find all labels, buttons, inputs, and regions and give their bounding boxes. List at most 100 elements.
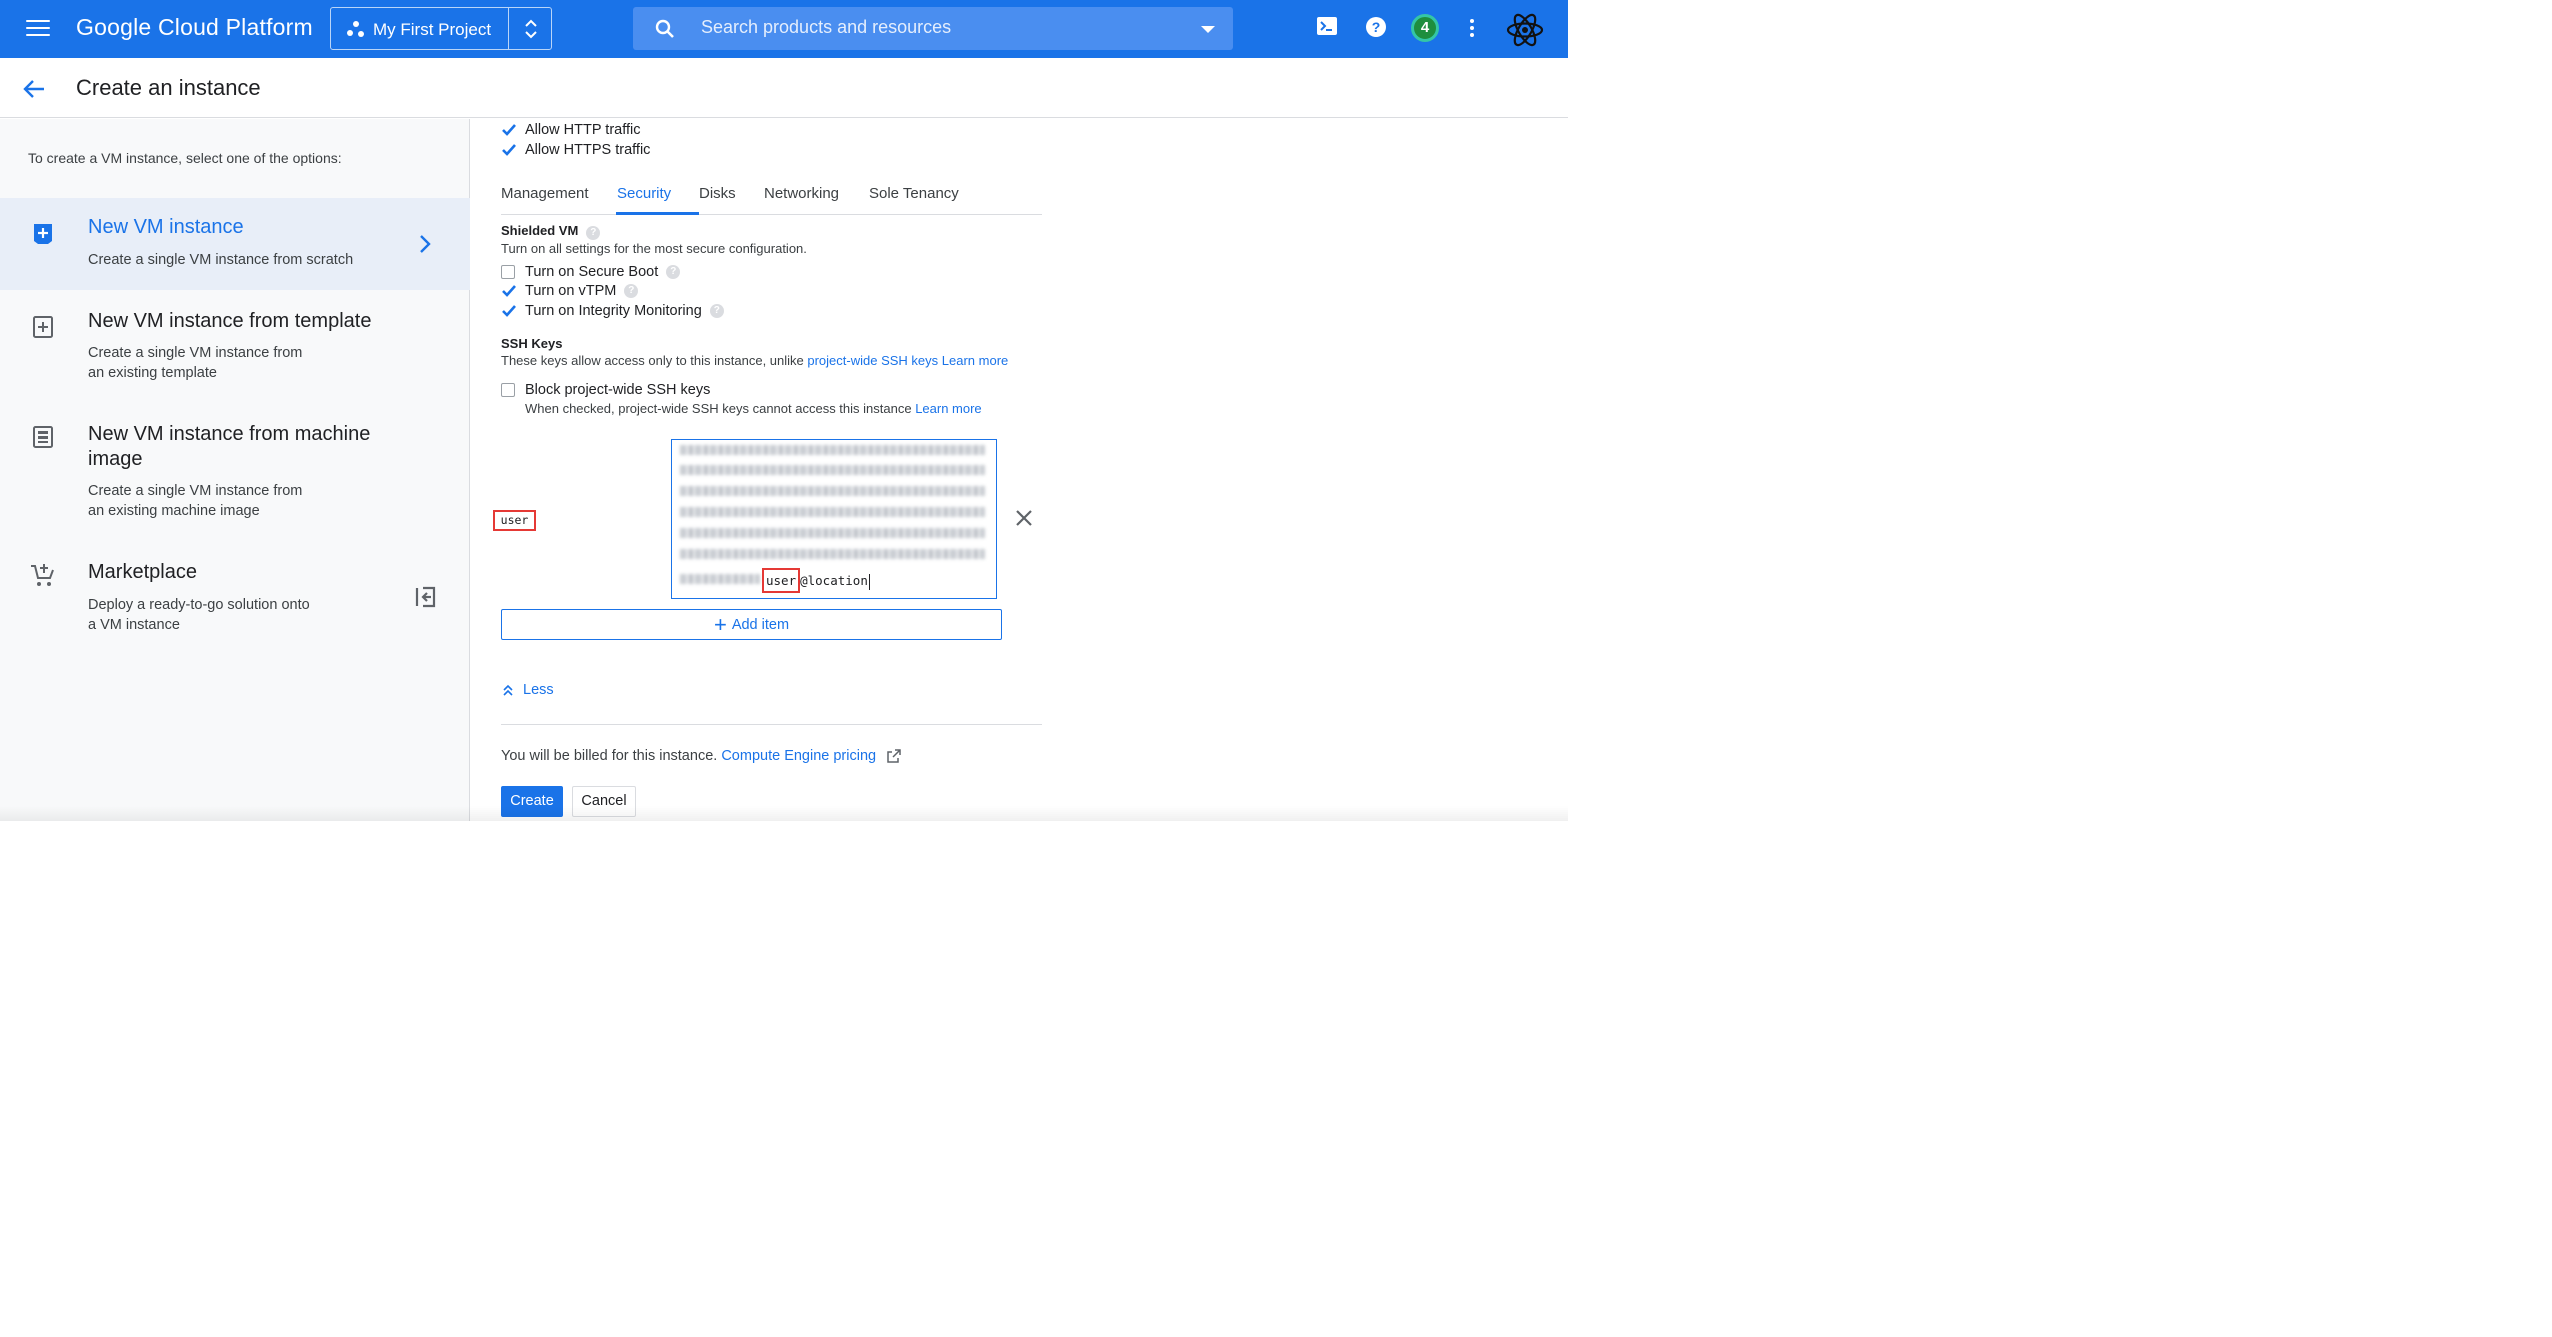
add-item-label: Add item: [731, 616, 790, 633]
option-desc-line1: Create a single VM instance from: [88, 345, 303, 361]
option-desc-line2: a VM instance: [88, 617, 180, 633]
create-button[interactable]: Create: [501, 786, 563, 817]
option-desc-line2: an existing machine image: [88, 503, 260, 519]
hamburger-menu-icon[interactable]: [26, 20, 50, 38]
creation-options-sidebar: To create a VM instance, select one of t…: [0, 119, 470, 821]
redacted-key-text: [680, 486, 985, 496]
search-bar[interactable]: Search products and resources: [633, 7, 1233, 50]
less-toggle[interactable]: Less: [501, 682, 554, 698]
template-icon: [33, 316, 53, 338]
option-desc-line1: Create a single VM instance from: [88, 483, 303, 499]
sidebar-intro: To create a VM instance, select one of t…: [28, 150, 342, 166]
instance-form: Allow HTTP traffic Allow HTTPS traffic M…: [471, 119, 1568, 821]
redacted-key-text: [680, 549, 985, 559]
help-icon[interactable]: ?: [666, 265, 681, 279]
ssh-key-username: user: [493, 510, 536, 531]
option-title: Marketplace: [88, 561, 197, 583]
page-header: Create an instance: [0, 58, 1568, 118]
tab-security[interactable]: Security: [617, 185, 671, 202]
active-tab-indicator: [616, 212, 699, 215]
add-item-button[interactable]: + Add item: [501, 609, 1002, 640]
cart-icon: [31, 564, 54, 586]
help-icon[interactable]: ?: [1365, 16, 1387, 38]
tab-management[interactable]: Management: [501, 185, 589, 202]
checkbox-checked-icon[interactable]: [501, 142, 517, 158]
learn-more-link[interactable]: Learn more: [942, 353, 1008, 368]
chevron-double-up-icon: [503, 684, 513, 696]
allow-https-checkbox-row[interactable]: Allow HTTPS traffic: [501, 142, 650, 158]
search-icon: [655, 19, 674, 38]
collapse-panel-icon[interactable]: [414, 585, 438, 609]
block-project-ssh-checkbox-row[interactable]: Block project-wide SSH keys: [501, 382, 710, 398]
divider: [501, 724, 1042, 725]
allow-http-checkbox-row[interactable]: Allow HTTP traffic: [501, 122, 641, 138]
add-box-icon: [34, 224, 52, 244]
project-selector-divider: [508, 8, 509, 49]
allow-http-label: Allow HTTP traffic: [525, 122, 641, 138]
integrity-monitoring-checkbox-row[interactable]: Turn on Integrity Monitoring ?: [501, 303, 724, 319]
more-options-icon[interactable]: [1470, 19, 1476, 40]
checkbox-checked-icon[interactable]: [501, 122, 517, 138]
chevron-right-icon: [420, 235, 431, 253]
tab-networking[interactable]: Networking: [764, 185, 839, 202]
unfold-icon[interactable]: [521, 18, 541, 40]
project-selector[interactable]: My First Project: [330, 7, 552, 50]
redacted-key-text: [680, 445, 985, 455]
redacted-key-text: [680, 507, 985, 517]
option-new-vm-instance[interactable]: New VM instance Create a single VM insta…: [0, 198, 470, 290]
ssh-key-comment: user @location: [762, 568, 870, 593]
checkbox-checked-icon[interactable]: [501, 303, 517, 319]
ssh-keys-title: SSH Keys: [501, 336, 563, 351]
shielded-vm-desc: Turn on all settings for the most secure…: [501, 241, 807, 256]
option-from-template[interactable]: New VM instance from template Create a s…: [0, 297, 470, 387]
brand-logo-text[interactable]: Google Cloud Platform: [76, 14, 313, 41]
top-app-bar: Google Cloud Platform My First Project S…: [0, 0, 1568, 58]
tab-sole-tenancy[interactable]: Sole Tenancy: [869, 185, 959, 202]
redacted-key-text: [680, 528, 985, 538]
search-placeholder: Search products and resources: [701, 17, 952, 37]
back-arrow-icon[interactable]: [22, 78, 46, 100]
ssh-key-comment-location: @location: [800, 573, 868, 588]
plus-icon: +: [713, 611, 727, 637]
checkbox-unchecked-icon[interactable]: [501, 383, 515, 397]
project-dots-icon: [347, 21, 365, 39]
secure-boot-checkbox-row[interactable]: Turn on Secure Boot ?: [501, 264, 681, 280]
ssh-key-comment-user: user: [762, 568, 801, 593]
redacted-key-text: [680, 465, 985, 475]
shielded-vm-title: Shielded VM?: [501, 223, 601, 240]
option-marketplace[interactable]: Marketplace Deploy a ready-to-go solutio…: [0, 551, 470, 641]
project-wide-ssh-keys-link[interactable]: project-wide SSH keys: [807, 353, 938, 368]
option-desc: Create a single VM instance from scratch: [88, 252, 354, 268]
external-link-icon[interactable]: [886, 748, 902, 764]
integrity-monitoring-label: Turn on Integrity Monitoring: [525, 303, 702, 319]
option-title: New VM instance: [88, 216, 244, 238]
help-icon[interactable]: ?: [709, 304, 724, 318]
redacted-key-text: [680, 574, 760, 584]
option-title-line2: image: [88, 448, 143, 470]
machine-image-icon: [33, 426, 53, 448]
avatar[interactable]: [1505, 10, 1545, 50]
compute-engine-pricing-link[interactable]: Compute Engine pricing: [721, 748, 876, 764]
checkbox-unchecked-icon[interactable]: [501, 265, 515, 279]
block-project-ssh-label: Block project-wide SSH keys: [525, 382, 711, 398]
cloud-shell-icon[interactable]: [1316, 16, 1338, 36]
allow-https-label: Allow HTTPS traffic: [525, 142, 651, 158]
search-dropdown-icon[interactable]: [1201, 26, 1215, 33]
cancel-button[interactable]: Cancel: [572, 786, 636, 817]
help-icon[interactable]: ?: [586, 226, 601, 240]
remove-key-icon[interactable]: [1015, 509, 1033, 527]
option-title-line1: New VM instance from machine: [88, 423, 371, 445]
checkbox-checked-icon[interactable]: [501, 283, 517, 299]
option-from-machine-image[interactable]: New VM instance from machine image Creat…: [0, 411, 470, 531]
less-label: Less: [523, 682, 554, 698]
tab-disks[interactable]: Disks: [699, 185, 736, 202]
help-icon[interactable]: ?: [624, 284, 639, 298]
ssh-key-textarea[interactable]: user @location: [671, 439, 997, 599]
billing-notice: You will be billed for this instance. Co…: [501, 748, 902, 764]
notifications-badge[interactable]: 4: [1411, 14, 1439, 42]
vtpm-checkbox-row[interactable]: Turn on vTPM ?: [501, 283, 639, 299]
learn-more-link[interactable]: Learn more: [915, 401, 981, 416]
billing-text: You will be billed for this instance.: [501, 748, 718, 764]
project-name: My First Project: [373, 20, 492, 39]
block-project-ssh-desc: When checked, project-wide SSH keys cann…: [525, 401, 982, 416]
